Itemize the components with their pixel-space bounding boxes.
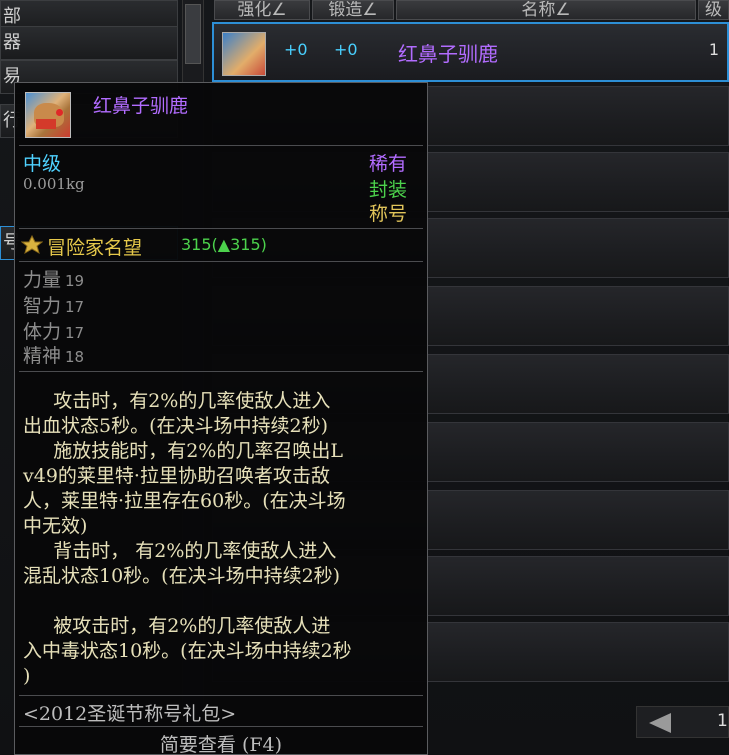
stat-row: 力量 19 xyxy=(23,265,84,292)
stat-name: 体力 xyxy=(23,321,62,343)
item-sealed-status: 封装 xyxy=(368,179,407,201)
item-title: 红鼻子驯鹿 xyxy=(93,95,189,117)
column-header-level[interactable]: 级 xyxy=(698,0,729,20)
row-item-level: 1 xyxy=(708,40,719,59)
item-source: <2012圣诞节称号礼包> xyxy=(23,703,237,725)
stat-row: 精神 18 xyxy=(23,341,84,368)
category-tab-label: 器 xyxy=(3,32,21,53)
fame-label: 冒险家名望 xyxy=(47,237,143,259)
item-rarity: 稀有 xyxy=(368,153,407,175)
item-grade: 中级 xyxy=(23,153,62,175)
column-header-reinforce[interactable]: 强化∠ xyxy=(214,0,310,20)
stat-name: 智力 xyxy=(23,295,62,317)
row-reinforce-value: +0 xyxy=(284,40,308,59)
reindeer-saddle-shape xyxy=(36,119,56,129)
column-header-label: 名称∠ xyxy=(521,0,571,20)
reindeer-item-icon xyxy=(222,32,266,76)
reindeer-item-icon xyxy=(25,92,71,138)
stat-row: 智力 17 xyxy=(23,291,84,318)
category-tab[interactable]: 器 xyxy=(0,26,178,60)
stat-name: 精神 xyxy=(23,345,62,367)
reindeer-nose-shape xyxy=(56,109,63,116)
column-header-label: 锻造∠ xyxy=(328,0,378,20)
scrollbar-thumb[interactable] xyxy=(185,4,201,64)
divider xyxy=(19,726,423,727)
item-tooltip: 红鼻子驯鹿 中级 0.001kg 稀有 封装 称号 冒险家名望 315(▲315… xyxy=(14,82,428,755)
column-header-name[interactable]: 名称∠ xyxy=(396,0,696,20)
stat-value: 18 xyxy=(65,348,85,366)
item-weight: 0.001kg xyxy=(23,175,85,193)
stat-value: 17 xyxy=(65,298,85,316)
column-header-label: 级 xyxy=(705,0,722,20)
stat-value: 17 xyxy=(65,324,85,342)
item-description: 攻击时，有2%的几率使敌人进入 出血状态5秒。(在决斗场中持续2秒) 施放技能时… xyxy=(23,390,352,687)
column-header-label: 强化∠ xyxy=(237,0,287,20)
divider xyxy=(19,145,423,146)
row-item-name: 红鼻子驯鹿 xyxy=(398,42,498,66)
page-number: 1 xyxy=(717,711,728,731)
stat-row: 体力 17 xyxy=(23,317,84,344)
item-row-selected[interactable]: +0 +0 红鼻子驯鹿 1 xyxy=(212,22,729,82)
divider xyxy=(19,371,423,372)
divider xyxy=(19,695,423,696)
fame-value: 315(▲315) xyxy=(181,235,267,254)
previous-page-arrow-icon[interactable] xyxy=(649,713,671,733)
divider xyxy=(19,228,423,229)
fame-crest-icon xyxy=(21,235,43,255)
category-tab-label: 部 xyxy=(3,6,21,27)
stat-value: 19 xyxy=(65,272,85,290)
item-type: 称号 xyxy=(368,203,407,225)
pager: 1 xyxy=(636,706,729,738)
stat-name: 力量 xyxy=(23,269,62,291)
brief-view-button[interactable]: 简要查看 (F4) xyxy=(15,730,427,755)
row-forge-value: +0 xyxy=(334,40,358,59)
column-header-forge[interactable]: 锻造∠ xyxy=(312,0,394,20)
divider xyxy=(19,261,423,262)
